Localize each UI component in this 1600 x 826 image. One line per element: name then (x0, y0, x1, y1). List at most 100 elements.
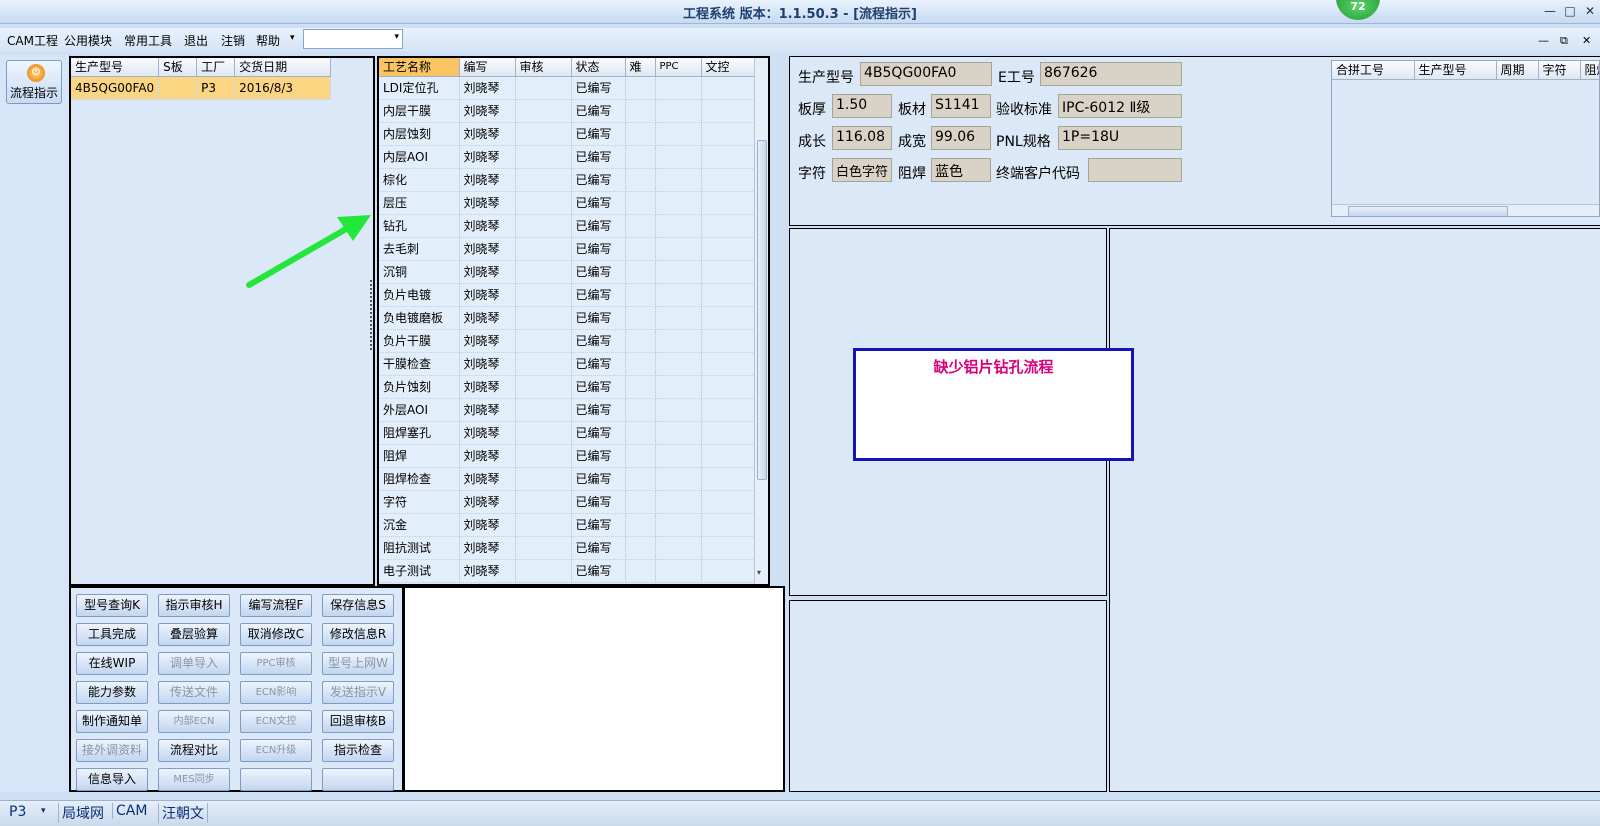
action-button[interactable]: PPC审核 (240, 652, 312, 675)
scroll-down-icon[interactable]: ▾ (757, 568, 761, 577)
scrollbar-thumb[interactable] (1348, 206, 1508, 216)
col-merge-model[interactable]: 生产型号 (1414, 61, 1497, 80)
mdi-restore-button[interactable]: ⧉ (1560, 34, 1568, 48)
table-row[interactable]: 棕化 刘晓琴 已编写 (379, 168, 754, 192)
action-button[interactable]: 修改信息R (322, 623, 394, 646)
col-factory[interactable]: 工厂 (196, 58, 236, 77)
factory-selector[interactable]: P3 (6, 804, 29, 820)
action-button[interactable]: 调单导入 (158, 652, 230, 675)
col-merge-cycle[interactable]: 周期 (1496, 61, 1539, 80)
toolbar-combobox[interactable]: ▾ (303, 29, 403, 49)
action-button[interactable]: 在线WIP (76, 652, 148, 675)
mdi-close-button[interactable]: ✕ (1582, 34, 1591, 47)
table-row[interactable]: 负片干膜 刘晓琴 已编写 (379, 329, 754, 353)
col-difficulty[interactable]: 难 (625, 58, 656, 77)
pnl-field[interactable]: 1P=18U (1058, 126, 1182, 150)
action-button[interactable]: 发送指示V (322, 681, 394, 704)
close-button[interactable]: ✕ (1581, 2, 1599, 20)
action-button[interactable]: 型号上网W (322, 652, 394, 675)
eno-field[interactable]: 867626 (1040, 62, 1182, 86)
scrollbar-thumb[interactable] (757, 140, 767, 480)
table-row[interactable]: 层压 刘晓琴 已编写 (379, 191, 754, 215)
action-button[interactable]: 叠层验算 (158, 623, 230, 646)
col-author[interactable]: 编写 (459, 58, 516, 77)
action-button[interactable]: 流程对比 (158, 739, 230, 762)
menu-exit[interactable]: 退出 (184, 32, 208, 49)
length-field[interactable]: 116.08 (832, 126, 892, 150)
action-button[interactable]: 指示审核H (158, 594, 230, 617)
empty-button[interactable] (240, 768, 312, 791)
action-button[interactable]: 指示检查 (322, 739, 394, 762)
col-merge-char[interactable]: 字符 (1538, 61, 1581, 80)
thickness-field[interactable]: 1.50 (832, 94, 892, 118)
material-field[interactable]: S1141 (931, 94, 991, 118)
action-button[interactable]: 工具完成 (76, 623, 148, 646)
char-field[interactable]: 白色字符 (832, 158, 892, 182)
action-button[interactable]: 传送文件 (158, 681, 230, 704)
width-field[interactable]: 99.06 (931, 126, 991, 150)
table-row[interactable]: 阻焊检查 刘晓琴 已编写 (379, 467, 754, 491)
table-row[interactable]: 字符 刘晓琴 已编写 (379, 490, 754, 514)
action-button[interactable]: 信息导入 (76, 768, 148, 791)
mask-field[interactable]: 蓝色 (931, 158, 991, 182)
action-button[interactable]: ECN影响 (240, 681, 312, 704)
action-button[interactable]: 保存信息S (322, 594, 394, 617)
flow-instruction-button[interactable]: ⏻ 流程指示 (6, 60, 62, 104)
action-button[interactable]: 回退审核B (322, 710, 394, 733)
col-delivery-date[interactable]: 交货日期 (234, 58, 331, 77)
process-grid-scrollbar[interactable]: ▾ (754, 58, 768, 584)
model-field[interactable]: 4B5QG00FA0 (860, 62, 992, 86)
maximize-button[interactable]: □ (1561, 2, 1579, 20)
customer-field[interactable] (1088, 158, 1182, 182)
table-row[interactable]: 电子测试 刘晓琴 已编写 (379, 559, 754, 583)
table-row[interactable]: 去毛刺 刘晓琴 已编写 (379, 237, 754, 261)
table-row[interactable]: 沉金 刘晓琴 已编写 (379, 513, 754, 537)
menu-cam[interactable]: CAM工程 (7, 32, 58, 49)
table-row[interactable]: 沉铜 刘晓琴 已编写 (379, 260, 754, 284)
table-row[interactable]: 内层干膜 刘晓琴 已编写 (379, 99, 754, 123)
action-button[interactable]: 接外调资料 (76, 739, 148, 762)
action-button[interactable]: 取消修改C (240, 623, 312, 646)
col-merge-eno[interactable]: 合拼工号 (1332, 61, 1415, 80)
action-button[interactable]: 型号查询K (76, 594, 148, 617)
col-ppc[interactable]: PPC (655, 58, 702, 77)
table-row[interactable]: 阻抗测试 刘晓琴 已编写 (379, 536, 754, 560)
empty-button[interactable] (322, 768, 394, 791)
table-row[interactable]: 4B5QG00FA0 P3 2016/8/3 (71, 76, 331, 100)
table-row[interactable]: 钻孔 刘晓琴 已编写 (379, 214, 754, 238)
table-row[interactable]: LDI定位孔 刘晓琴 已编写 (379, 76, 754, 100)
action-button[interactable]: ECN升级 (240, 739, 312, 762)
table-row[interactable]: 阻焊塞孔 刘晓琴 已编写 (379, 421, 754, 445)
menu-help[interactable]: 帮助 (256, 32, 280, 49)
action-button[interactable]: 编写流程F (240, 594, 312, 617)
table-row[interactable]: 负电镀磨板 刘晓琴 已编写 (379, 306, 754, 330)
action-button[interactable]: MES同步 (158, 768, 230, 791)
col-reviewer[interactable]: 审核 (515, 58, 572, 77)
col-process-name[interactable]: 工艺名称 (379, 58, 460, 77)
table-row[interactable]: 干膜检查 刘晓琴 已编写 (379, 352, 754, 376)
minimize-button[interactable]: — (1541, 2, 1559, 20)
merge-grid-hscrollbar[interactable] (1332, 204, 1599, 216)
col-sboard[interactable]: S板 (158, 58, 198, 77)
action-button[interactable]: 制作通知单 (76, 710, 148, 733)
table-row[interactable]: 内层蚀刻 刘晓琴 已编写 (379, 122, 754, 146)
col-doc-control[interactable]: 文控 (701, 58, 754, 77)
table-row[interactable]: 负片蚀刻 刘晓琴 已编写 (379, 375, 754, 399)
menu-overflow-icon[interactable]: ▾ (290, 33, 295, 43)
menu-tools[interactable]: 常用工具 (124, 32, 172, 49)
menu-logout[interactable]: 注销 (221, 32, 245, 49)
chevron-down-icon[interactable]: ▾ (38, 806, 49, 816)
table-row[interactable]: 外层AOI 刘晓琴 已编写 (379, 398, 754, 422)
action-button[interactable]: 能力参数 (76, 681, 148, 704)
action-button[interactable]: 内部ECN (158, 710, 230, 733)
standard-field[interactable]: IPC-6012 Ⅱ级 (1058, 94, 1182, 118)
mdi-minimize-button[interactable]: — (1538, 34, 1549, 47)
col-model[interactable]: 生产型号 (71, 58, 160, 77)
table-row[interactable]: 内层AOI 刘晓琴 已编写 (379, 145, 754, 169)
table-row[interactable]: 阻焊 刘晓琴 已编写 (379, 444, 754, 468)
col-status[interactable]: 状态 (571, 58, 626, 77)
table-row[interactable]: 负片电镀 刘晓琴 已编写 (379, 283, 754, 307)
menu-common-modules[interactable]: 公用模块 (64, 32, 112, 49)
col-merge-mask[interactable]: 阻焊 (1580, 61, 1599, 80)
action-button[interactable]: ECN文控 (240, 710, 312, 733)
